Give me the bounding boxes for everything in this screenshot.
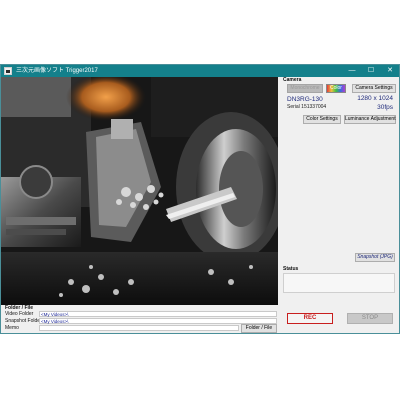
camera-model: DN3RG-130 — [287, 96, 323, 103]
status-section-title: Status — [283, 266, 299, 272]
video-folder-label: Video Folder — [5, 311, 34, 317]
rec-button[interactable]: REC — [287, 313, 333, 324]
snapshot-button[interactable]: Snapshot (JPG) — [355, 253, 395, 262]
memo-field[interactable] — [39, 325, 239, 331]
status-box — [283, 273, 395, 293]
camera-image — [1, 77, 278, 305]
maximize-button[interactable]: ☐ — [362, 65, 380, 77]
window-title: 三次元画像ソフト Trigger2017 — [16, 68, 98, 74]
color-settings-button[interactable]: Color Settings — [303, 115, 341, 124]
app-window: 三次元画像ソフト Trigger2017 — ☐ ✕ Folder / File… — [0, 64, 400, 334]
stop-button[interactable]: STOP — [347, 313, 393, 324]
resolution-readout: 1280 x 1024 — [357, 95, 393, 102]
snapshot-folder-label: Snapshot Folder — [5, 318, 42, 324]
camera-section-title: Camera — [283, 77, 302, 83]
folder-panel: Folder / File Video Folder <My Videos>\ … — [1, 305, 278, 333]
video-folder-field[interactable]: <My Videos>\ — [39, 311, 277, 317]
camera-serial: Serial 151337004 — [287, 104, 327, 110]
close-button[interactable]: ✕ — [381, 65, 399, 77]
camera-preview — [1, 77, 278, 305]
memo-label: Memo — [5, 325, 19, 331]
app-window-icon — [4, 67, 12, 75]
folder-file-button[interactable]: Folder / File — [241, 324, 277, 333]
camera-settings-button[interactable]: Camera Settings — [352, 84, 396, 93]
color-mode-button[interactable]: Color — [326, 84, 346, 93]
title-bar: 三次元画像ソフト Trigger2017 — ☐ ✕ — [1, 65, 399, 77]
minimize-button[interactable]: — — [343, 65, 361, 77]
monochrome-mode-button[interactable]: Monochrome — [287, 84, 323, 93]
side-panel: Camera Monochrome Color Camera Settings … — [279, 77, 399, 333]
luminance-adjustment-button[interactable]: Luminance Adjustment — [344, 115, 396, 124]
fps-readout: 30fps — [377, 104, 393, 111]
